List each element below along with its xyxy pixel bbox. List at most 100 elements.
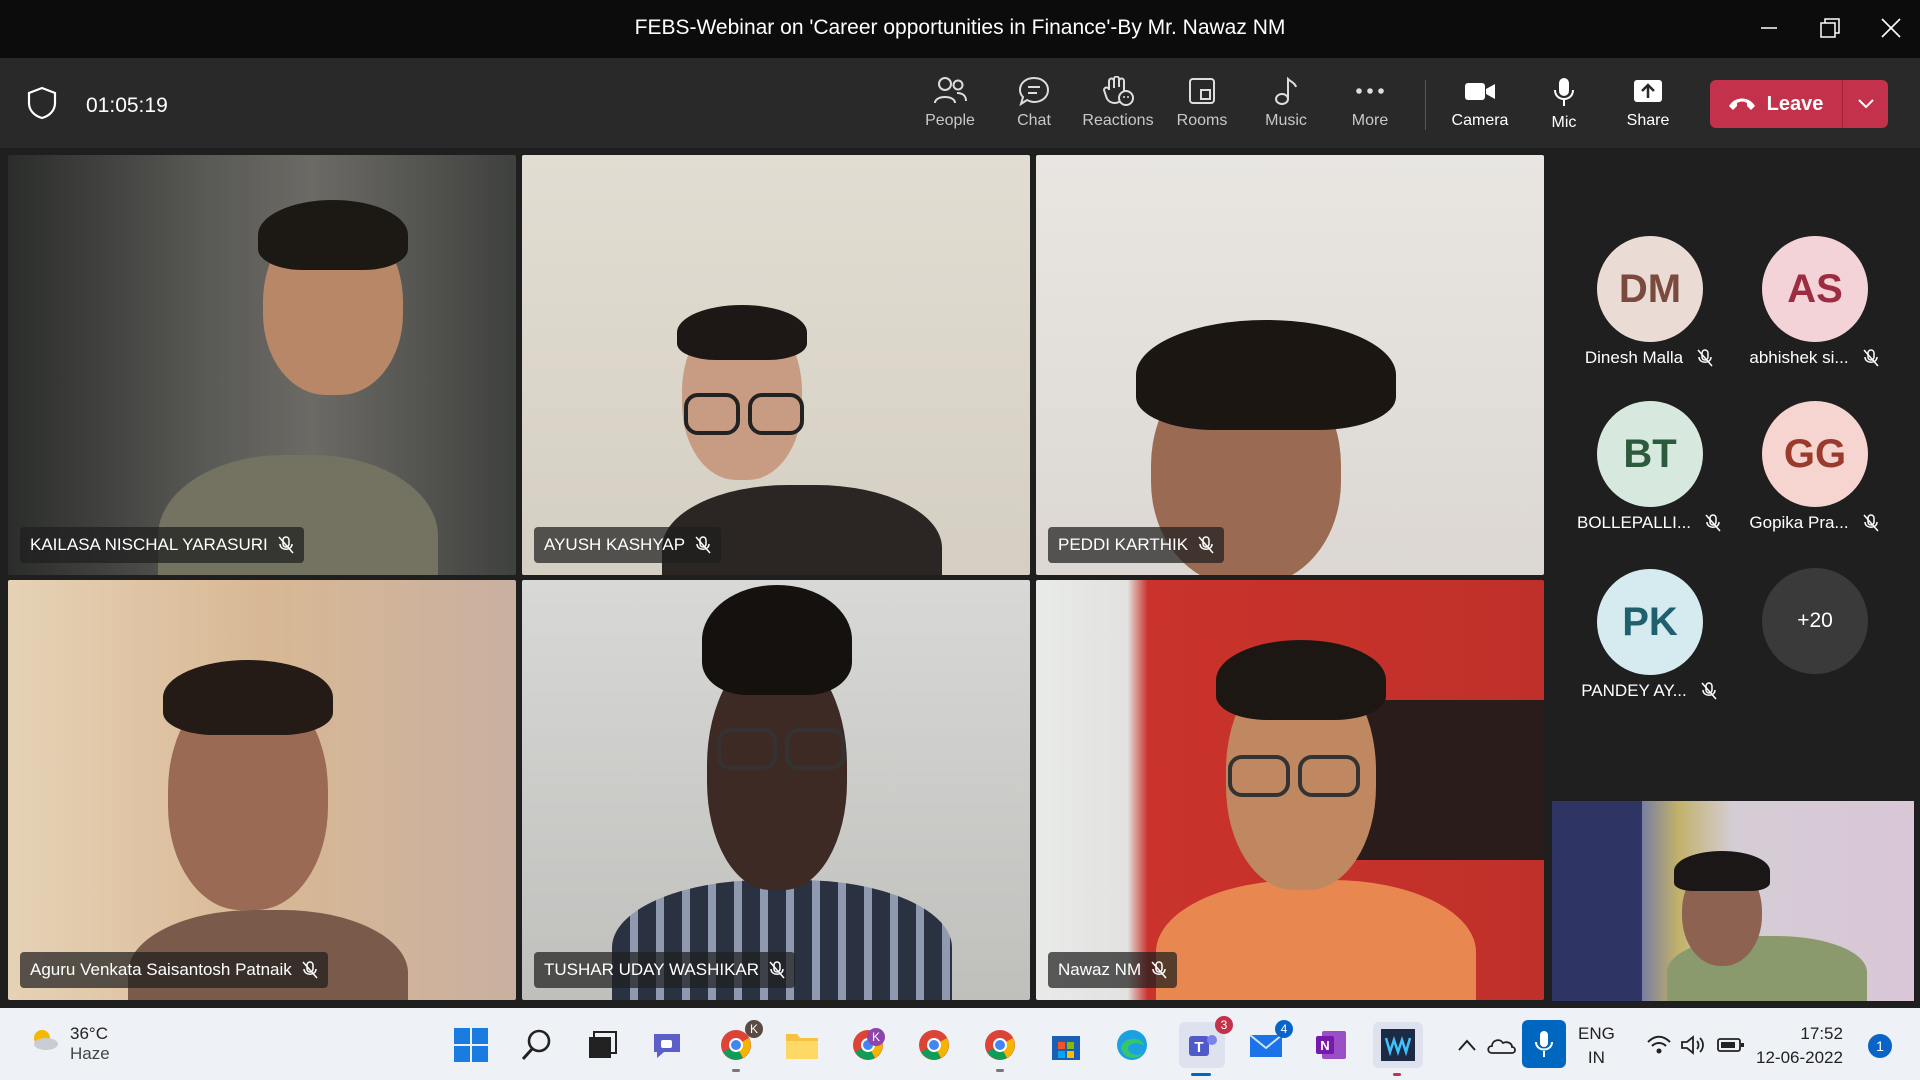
participant-nametag: AYUSH KASHYAP xyxy=(534,527,722,563)
store-icon xyxy=(1052,1036,1080,1060)
music-button[interactable]: Music xyxy=(1246,70,1326,140)
people-button[interactable]: People xyxy=(910,70,990,140)
reactions-button[interactable]: Reactions xyxy=(1078,70,1158,140)
weather-condition: Haze xyxy=(70,1044,110,1063)
teams-chat-button[interactable] xyxy=(648,1026,686,1064)
video-tile[interactable]: Nawaz NM xyxy=(1036,580,1544,1000)
participant-avatar[interactable]: PK PANDEY AY... xyxy=(1564,569,1724,719)
avatar-initials: BT xyxy=(1597,401,1703,507)
mic-muted-icon xyxy=(302,961,318,979)
chat-button[interactable]: Chat xyxy=(994,70,1074,140)
avatar-initials: PK xyxy=(1597,569,1703,675)
chrome-profile-3-button[interactable] xyxy=(915,1026,953,1064)
show-hidden-icons-button[interactable] xyxy=(1448,1026,1486,1064)
camera-label: Camera xyxy=(1451,112,1509,129)
mic-label: Mic xyxy=(1551,114,1577,131)
chrome-profile-4-button[interactable] xyxy=(981,1026,1019,1072)
participant-avatar[interactable]: AS abhishek si... xyxy=(1729,236,1889,386)
volume-icon xyxy=(1681,1035,1704,1055)
video-tile[interactable]: TUSHAR UDAY WASHIKAR xyxy=(522,580,1030,1000)
participant-name: abhishek si... xyxy=(1749,348,1849,367)
wifi-icon xyxy=(1647,1035,1671,1054)
meeting-info-button[interactable] xyxy=(26,86,58,125)
participant-nametag: KAILASA NISCHAL YARASURI xyxy=(20,527,304,563)
minimize-button[interactable] xyxy=(1744,8,1794,48)
edge-button[interactable] xyxy=(1113,1026,1151,1064)
search-icon xyxy=(521,1029,551,1061)
meeting-app-button[interactable] xyxy=(1373,1022,1423,1076)
microsoft-store-button[interactable] xyxy=(1047,1026,1085,1064)
participant-name: PEDDI KARTHIK xyxy=(1058,535,1189,554)
search-button[interactable] xyxy=(518,1026,556,1064)
chat-label: Chat xyxy=(1017,112,1051,129)
chrome-profile-2-button[interactable]: K xyxy=(849,1026,887,1064)
leave-options-button[interactable] xyxy=(1843,80,1888,128)
participant-avatar[interactable]: DM Dinesh Malla xyxy=(1564,236,1724,386)
close-button[interactable] xyxy=(1866,8,1916,48)
chrome-icon xyxy=(919,1030,949,1060)
profile-badge: K xyxy=(745,1020,763,1038)
task-view-button[interactable] xyxy=(583,1026,621,1064)
hangup-icon xyxy=(1728,98,1755,110)
video-tile[interactable]: Aguru Venkata Saisantosh Patnaik xyxy=(8,580,516,1000)
mic-muted-icon xyxy=(1701,682,1717,700)
participant-name: Dinesh Malla xyxy=(1584,348,1684,367)
share-button[interactable]: Share xyxy=(1608,70,1688,140)
participant-avatar[interactable]: BT BOLLEPALLI... xyxy=(1564,401,1724,551)
language-indicator[interactable]: ENG IN xyxy=(1578,1022,1615,1070)
battery-button[interactable] xyxy=(1712,1026,1750,1064)
taskbar: 36°C Haze K K T 3 4 N ENG IN 17:52 12-06… xyxy=(0,1008,1920,1080)
video-tile[interactable]: KAILASA NISCHAL YARASURI xyxy=(8,155,516,575)
rooms-button[interactable]: Rooms xyxy=(1162,70,1242,140)
leave-button[interactable]: Leave xyxy=(1710,80,1840,128)
leave-button-group: Leave xyxy=(1710,80,1888,128)
more-participants-button[interactable]: +20 xyxy=(1762,568,1868,674)
chevron-up-icon xyxy=(1458,1039,1476,1051)
teams-chat-icon xyxy=(654,1034,680,1058)
camera-button[interactable]: Camera xyxy=(1440,70,1520,140)
windows-icon xyxy=(454,1028,488,1062)
svg-text:T: T xyxy=(1194,1039,1203,1056)
participant-nametag: Aguru Venkata Saisantosh Patnaik xyxy=(20,952,328,988)
mic-muted-icon xyxy=(1863,349,1879,367)
onedrive-button[interactable] xyxy=(1482,1026,1520,1064)
participant-avatar[interactable]: GG Gopika Pra... xyxy=(1729,401,1889,551)
clock[interactable]: 17:52 12-06-2022 xyxy=(1756,1022,1843,1070)
share-label: Share xyxy=(1626,112,1670,129)
mic-in-use-indicator[interactable] xyxy=(1522,1020,1566,1068)
task-view-icon xyxy=(589,1031,617,1058)
onenote-button[interactable]: N xyxy=(1312,1026,1350,1064)
video-tile[interactable]: PEDDI KARTHIK xyxy=(1036,155,1544,575)
self-view-video[interactable] xyxy=(1552,801,1914,1001)
region-code: IN xyxy=(1587,1048,1605,1067)
title-bar: FEBS-Webinar on 'Career opportunities in… xyxy=(0,0,1920,58)
chrome-profile-button[interactable]: K xyxy=(717,1020,763,1072)
minimize-icon xyxy=(1761,27,1777,29)
more-button[interactable]: More xyxy=(1330,70,1410,140)
video-tile[interactable]: AYUSH KASHYAP xyxy=(522,155,1030,575)
restore-button[interactable] xyxy=(1805,8,1855,48)
avatar-initials: GG xyxy=(1762,401,1868,507)
weather-widget[interactable]: 36°C Haze xyxy=(28,1024,110,1064)
more-icon xyxy=(1356,88,1384,94)
avatar-initials: AS xyxy=(1762,236,1868,342)
volume-button[interactable] xyxy=(1674,1026,1712,1064)
file-explorer-button[interactable] xyxy=(783,1026,821,1064)
profile-badge: K xyxy=(867,1028,885,1046)
window-title: FEBS-Webinar on 'Career opportunities in… xyxy=(634,16,1286,39)
mail-button[interactable]: 4 xyxy=(1247,1020,1293,1064)
leave-label: Leave xyxy=(1766,92,1824,115)
mic-muted-icon xyxy=(1198,536,1214,554)
teams-button[interactable]: T 3 xyxy=(1179,1016,1233,1076)
teams-notification-badge: 3 xyxy=(1215,1016,1233,1034)
start-button[interactable] xyxy=(452,1026,490,1064)
wifi-button[interactable] xyxy=(1640,1026,1678,1064)
mic-button[interactable]: Mic xyxy=(1524,70,1604,140)
notification-count-badge[interactable]: 1 xyxy=(1868,1034,1892,1058)
mic-muted-icon xyxy=(1705,514,1721,532)
mic-muted-icon xyxy=(1151,961,1167,979)
clock-time: 17:52 xyxy=(1800,1024,1843,1043)
participant-nametag: Nawaz NM xyxy=(1048,952,1178,988)
participant-name: Nawaz NM xyxy=(1058,960,1142,979)
reactions-icon xyxy=(1102,76,1134,106)
